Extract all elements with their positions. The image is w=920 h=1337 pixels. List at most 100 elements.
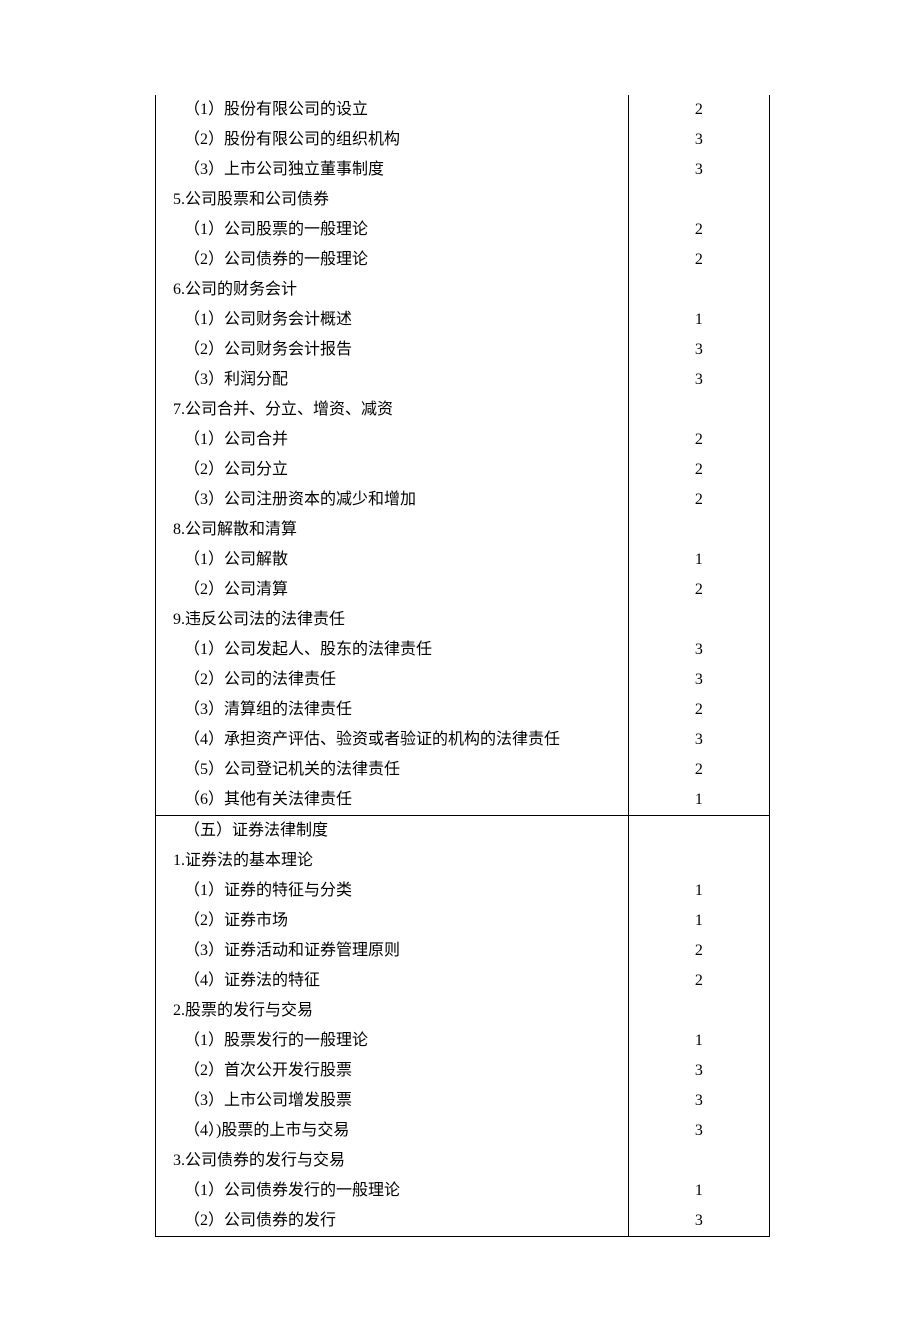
outline-text: （1）公司合并: [156, 425, 629, 455]
table-row: （4）承担资产评估、验资或者验证的机构的法律责任3: [156, 725, 770, 755]
table-row: （2）公司的法律责任3: [156, 665, 770, 695]
table-row: （5）公司登记机关的法律责任2: [156, 755, 770, 785]
table-row: （6）其他有关法律责任1: [156, 785, 770, 816]
outline-number: 1: [628, 545, 769, 575]
table-row: 6.公司的财务会计: [156, 275, 770, 305]
outline-label: （4）证券法的特征: [156, 966, 628, 996]
outline-number: 3: [628, 1206, 769, 1237]
outline-number: 3: [628, 725, 769, 755]
outline-text: （3）上市公司增发股票: [156, 1086, 629, 1116]
outline-label: （1）公司解散: [156, 545, 628, 575]
outline-text: （4）承担资产评估、验资或者验证的机构的法律责任: [156, 725, 629, 755]
outline-text: 1.证券法的基本理论: [156, 846, 629, 876]
outline-text: （2）首次公开发行股票: [156, 1056, 629, 1086]
outline-number: 3: [628, 365, 769, 395]
table-row: （1）公司发起人、股东的法律责任3: [156, 635, 770, 665]
outline-label: 3.公司债券的发行与交易: [156, 1146, 628, 1176]
outline-text: 5.公司股票和公司债券: [156, 185, 629, 215]
outline-text: （4）)股票的上市与交易: [156, 1116, 629, 1146]
outline-number: 3: [628, 635, 769, 665]
outline-label: 9.违反公司法的法律责任: [156, 605, 628, 635]
outline-number: 2: [628, 966, 769, 996]
outline-text: （3）证券活动和证券管理原则: [156, 936, 629, 966]
outline-text: （2）公司财务会计报告: [156, 335, 629, 365]
outline-number: 3: [628, 335, 769, 365]
outline-label: （2）公司的法律责任: [156, 665, 628, 695]
outline-number: 1: [628, 785, 769, 816]
table-row: 3.公司债券的发行与交易: [156, 1146, 770, 1176]
table-row: （3）上市公司独立董事制度3: [156, 155, 770, 185]
outline-number: [628, 605, 769, 635]
outline-text: （1）公司财务会计概述: [156, 305, 629, 335]
outline-number: 3: [628, 665, 769, 695]
table-row: （2）股份有限公司的组织机构3: [156, 125, 770, 155]
table-row: （2）公司财务会计报告3: [156, 335, 770, 365]
outline-label: 1.证券法的基本理论: [156, 846, 628, 876]
table-row: 5.公司股票和公司债券: [156, 185, 770, 215]
outline-text: （1）公司发起人、股东的法律责任: [156, 635, 629, 665]
outline-text: 3.公司债券的发行与交易: [156, 1146, 629, 1176]
outline-label: （1）股份有限公司的设立: [156, 95, 628, 125]
outline-text: （2）证券市场: [156, 906, 629, 936]
outline-number: 1: [628, 305, 769, 335]
table-row: 1.证券法的基本理论: [156, 846, 770, 876]
outline-text: （3）公司注册资本的减少和增加: [156, 485, 629, 515]
outline-label: （3）证券活动和证券管理原则: [156, 936, 628, 966]
outline-label: （1）证券的特征与分类: [156, 876, 628, 906]
outline-number: 2: [628, 245, 769, 275]
outline-label: （3）上市公司独立董事制度: [156, 155, 628, 185]
outline-text: （3）上市公司独立董事制度: [156, 155, 629, 185]
outline-number: 2: [628, 575, 769, 605]
outline-label: （2）股份有限公司的组织机构: [156, 125, 628, 155]
outline-text: （五）证券法律制度: [156, 816, 629, 847]
table-row: （3）利润分配3: [156, 365, 770, 395]
outline-label: （2）公司财务会计报告: [156, 335, 628, 365]
outline-number: 2: [628, 95, 769, 125]
table-row: 2.股票的发行与交易: [156, 996, 770, 1026]
outline-number: [628, 816, 769, 847]
outline-number: 3: [628, 155, 769, 185]
outline-text: （1）证券的特征与分类: [156, 876, 629, 906]
outline-text: （1）股票发行的一般理论: [156, 1026, 629, 1056]
outline-label: （3）公司注册资本的减少和增加: [156, 485, 628, 515]
outline-label: （2）公司债券的一般理论: [156, 245, 628, 275]
table-body: （1）股份有限公司的设立2（2）股份有限公司的组织机构3（3）上市公司独立董事制…: [156, 95, 770, 1237]
outline-label: （2）证券市场: [156, 906, 628, 936]
outline-number: 1: [628, 876, 769, 906]
outline-number: 1: [628, 1176, 769, 1206]
table-row: （3）清算组的法律责任2: [156, 695, 770, 725]
outline-text: （3）利润分配: [156, 365, 629, 395]
table-row: （4）)股票的上市与交易3: [156, 1116, 770, 1146]
outline-text: 6.公司的财务会计: [156, 275, 629, 305]
outline-number: 1: [628, 1026, 769, 1056]
outline-number: 2: [628, 425, 769, 455]
outline-text: （2）公司债券的一般理论: [156, 245, 629, 275]
outline-label: （1）公司财务会计概述: [156, 305, 628, 335]
outline-text: （3）清算组的法律责任: [156, 695, 629, 725]
outline-text: （5）公司登记机关的法律责任: [156, 755, 629, 785]
outline-label: （2）公司债券的发行: [156, 1206, 628, 1236]
outline-text: （2）公司分立: [156, 455, 629, 485]
outline-label: 2.股票的发行与交易: [156, 996, 628, 1026]
outline-text: （4）证券法的特征: [156, 966, 629, 996]
table-row: 7.公司合并、分立、增资、减资: [156, 395, 770, 425]
table-row: （2）公司债券的发行3: [156, 1206, 770, 1237]
outline-number: 3: [628, 125, 769, 155]
outline-label: 8.公司解散和清算: [156, 515, 628, 545]
outline-text: 9.违反公司法的法律责任: [156, 605, 629, 635]
outline-text: （1）股份有限公司的设立: [156, 95, 629, 125]
outline-label: （6）其他有关法律责任: [156, 785, 628, 815]
outline-text: 7.公司合并、分立、增资、减资: [156, 395, 629, 425]
table-row: （3）公司注册资本的减少和增加2: [156, 485, 770, 515]
outline-table: （1）股份有限公司的设立2（2）股份有限公司的组织机构3（3）上市公司独立董事制…: [155, 95, 770, 1237]
table-row: （3）上市公司增发股票3: [156, 1086, 770, 1116]
outline-number: 2: [628, 695, 769, 725]
outline-number: 2: [628, 755, 769, 785]
table-row: 9.违反公司法的法律责任: [156, 605, 770, 635]
outline-label: （1）公司发起人、股东的法律责任: [156, 635, 628, 665]
table-row: （1）股份有限公司的设立2: [156, 95, 770, 125]
table-row: （3）证券活动和证券管理原则2: [156, 936, 770, 966]
outline-label: （1）公司股票的一般理论: [156, 215, 628, 245]
outline-number: 2: [628, 215, 769, 245]
outline-number: 1: [628, 906, 769, 936]
